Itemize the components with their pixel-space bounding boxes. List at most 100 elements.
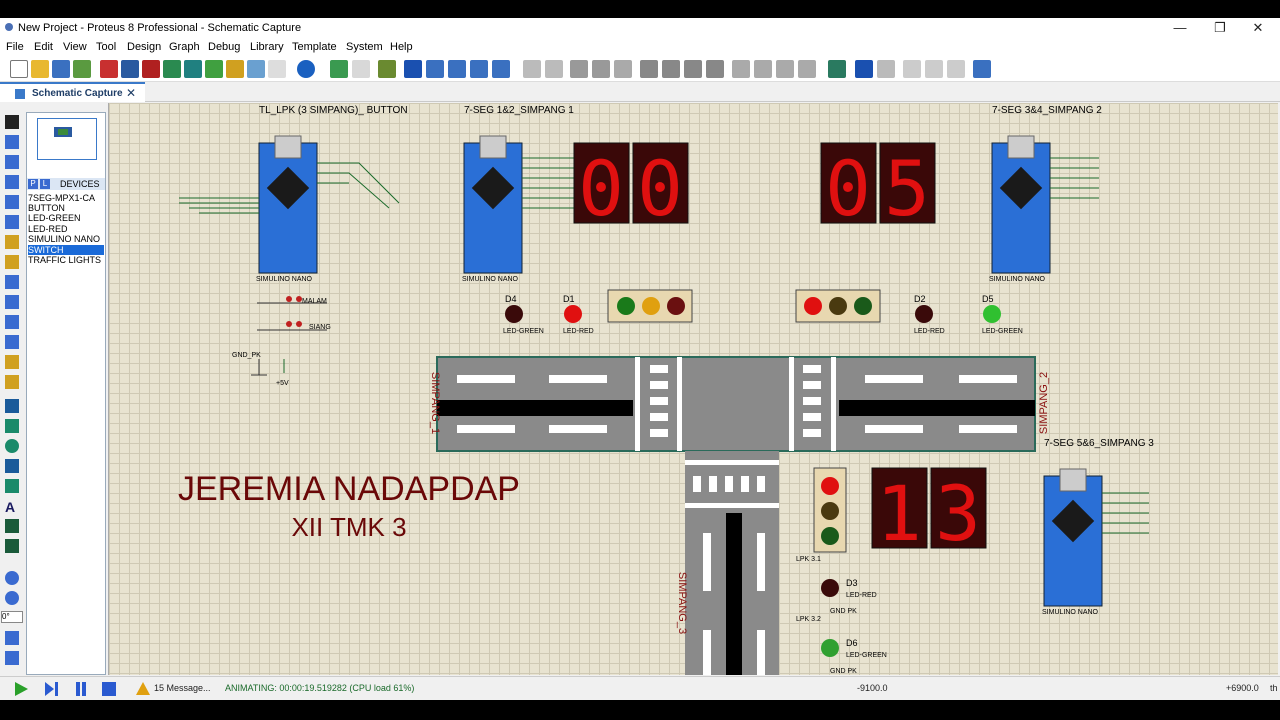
mirror-x-icon[interactable] — [5, 631, 19, 645]
block-delete-icon[interactable] — [706, 60, 724, 78]
device-item[interactable]: LED-RED — [28, 224, 104, 234]
tab-close-icon[interactable]: ✕ — [126, 86, 136, 100]
library-manager-button[interactable]: L — [40, 179, 50, 189]
device-item[interactable]: 7SEG-MPX1-CA — [28, 193, 104, 203]
traffic-light-s1[interactable] — [607, 289, 693, 323]
pan-icon[interactable] — [404, 60, 422, 78]
device-item[interactable]: LED-GREEN — [28, 213, 104, 223]
buses-icon[interactable] — [5, 215, 19, 229]
zoom-area-icon[interactable] — [492, 60, 510, 78]
home-icon[interactable] — [100, 60, 118, 78]
virtual-instruments-icon[interactable] — [5, 375, 19, 389]
wire-autorouter-icon[interactable] — [828, 60, 846, 78]
path-icon[interactable] — [5, 479, 19, 493]
step-icon[interactable] — [42, 681, 60, 697]
terminals-icon[interactable] — [5, 255, 19, 269]
block-copy-icon[interactable] — [640, 60, 658, 78]
box-icon[interactable] — [5, 419, 19, 433]
menu-template[interactable]: Template — [292, 41, 337, 53]
undo-icon[interactable] — [523, 60, 541, 78]
maximize-button[interactable]: ❐ — [1200, 18, 1240, 38]
search-tag-icon[interactable] — [855, 60, 873, 78]
mirror-y-icon[interactable] — [5, 651, 19, 665]
device-item[interactable]: TRAFFIC LIGHTS — [28, 255, 104, 265]
arc-icon[interactable] — [5, 459, 19, 473]
copy-icon[interactable] — [592, 60, 610, 78]
stop-icon[interactable] — [100, 681, 118, 697]
rotate-cw-icon[interactable] — [5, 571, 19, 585]
marker-icon[interactable] — [5, 539, 19, 553]
wire-label-icon[interactable] — [5, 175, 19, 189]
close-button[interactable]: ✕ — [1238, 18, 1278, 38]
device-pins-icon[interactable] — [5, 275, 19, 289]
import-icon[interactable] — [73, 60, 91, 78]
menu-edit[interactable]: Edit — [34, 41, 53, 53]
overview-window[interactable] — [37, 118, 97, 160]
pcb-icon[interactable] — [142, 60, 160, 78]
menu-library[interactable]: Library — [250, 41, 284, 53]
pause-icon[interactable] — [72, 681, 90, 697]
nano-board-seg56[interactable]: SIMULINO NANO — [1042, 468, 1103, 616]
traffic-light-s2[interactable] — [795, 289, 881, 323]
symbol-icon[interactable] — [5, 519, 19, 533]
nano-board-left[interactable]: SIMULINO NANO — [256, 135, 318, 283]
help-icon[interactable] — [297, 60, 315, 78]
exit-to-parent-icon[interactable] — [947, 60, 965, 78]
voltage-probe-icon[interactable] — [5, 355, 19, 369]
messages-count[interactable]: 15 Message... — [154, 683, 211, 693]
notes-icon[interactable] — [268, 60, 286, 78]
netlist-icon[interactable] — [973, 60, 991, 78]
save-icon[interactable] — [52, 60, 70, 78]
menu-view[interactable]: View — [63, 41, 87, 53]
line-icon[interactable] — [5, 399, 19, 413]
text-icon[interactable]: A — [5, 499, 19, 515]
grid-icon[interactable] — [352, 60, 370, 78]
menu-system[interactable]: System — [346, 41, 383, 53]
menu-graph[interactable]: Graph — [169, 41, 200, 53]
design-explorer-icon[interactable] — [226, 60, 244, 78]
pick-devices-button[interactable]: P — [28, 179, 38, 189]
device-item-selected[interactable]: SWITCH — [28, 245, 104, 255]
menu-tool[interactable]: Tool — [96, 41, 116, 53]
minimize-button[interactable]: — — [1160, 18, 1200, 38]
device-item[interactable]: SIMULINO NANO — [28, 234, 104, 244]
rotate-ccw-icon[interactable] — [5, 591, 19, 605]
device-item[interactable]: BUTTON — [28, 203, 104, 213]
origin-icon[interactable] — [378, 60, 396, 78]
open-folder-icon[interactable] — [31, 60, 49, 78]
menu-help[interactable]: Help — [390, 41, 413, 53]
zoom-out-icon[interactable] — [448, 60, 466, 78]
rotation-field[interactable]: 0° — [1, 611, 23, 623]
menu-debug[interactable]: Debug — [208, 41, 240, 53]
menu-file[interactable]: File — [6, 41, 24, 53]
switch-siang[interactable]: SIANG — [257, 321, 331, 331]
text-script-icon[interactable] — [5, 195, 19, 209]
schematic-canvas[interactable]: TL_LPK (3 SIMPANG)_ BUTTON 7-SEG 1&2_SIM… — [108, 103, 1278, 675]
new-file-icon[interactable] — [10, 60, 28, 78]
play-icon[interactable] — [12, 681, 30, 697]
junction-dot-icon[interactable] — [5, 155, 19, 169]
zoom-all-icon[interactable] — [470, 60, 488, 78]
tape-recorder-icon[interactable] — [5, 315, 19, 329]
traffic-light-s3[interactable] — [813, 467, 847, 553]
new-sheet-icon[interactable] — [903, 60, 921, 78]
refresh-icon[interactable] — [330, 60, 348, 78]
component-mode-icon[interactable] — [5, 135, 19, 149]
remove-sheet-icon[interactable] — [925, 60, 943, 78]
cut-icon[interactable] — [570, 60, 588, 78]
packaging-tool-icon[interactable] — [776, 60, 794, 78]
decompose-icon[interactable] — [798, 60, 816, 78]
menu-design[interactable]: Design — [127, 41, 161, 53]
generator-icon[interactable] — [5, 335, 19, 349]
paste-icon[interactable] — [614, 60, 632, 78]
property-assignment-icon[interactable] — [877, 60, 895, 78]
block-move-icon[interactable] — [662, 60, 680, 78]
3d-view-icon[interactable] — [184, 60, 202, 78]
graph-mode-icon[interactable] — [5, 295, 19, 309]
pick-device-icon[interactable] — [732, 60, 750, 78]
zoom-in-icon[interactable] — [426, 60, 444, 78]
make-device-icon[interactable] — [754, 60, 772, 78]
vsm-studio-icon[interactable] — [247, 60, 265, 78]
bom-icon[interactable] — [205, 60, 223, 78]
selection-mode-icon[interactable] — [5, 115, 19, 129]
